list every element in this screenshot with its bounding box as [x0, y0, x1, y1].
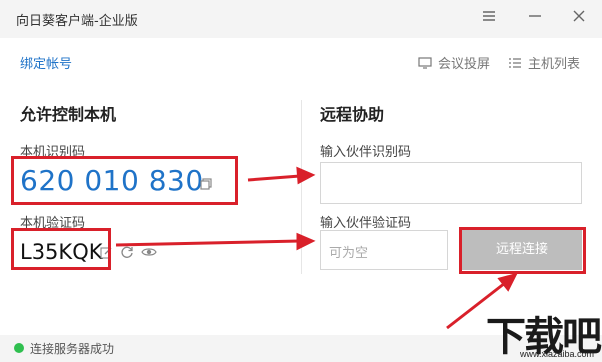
watermark-url: www.xiazaiba.com: [520, 349, 595, 359]
status-indicator: [14, 343, 24, 353]
arrow-to-partner-pwd-head: [296, 232, 316, 251]
arrow-to-partner-id-head: [296, 166, 316, 185]
arrow-to-partner-id: [247, 174, 301, 182]
arrow-to-partner-pwd: [115, 239, 301, 247]
status-text: 连接服务器成功: [30, 342, 115, 356]
